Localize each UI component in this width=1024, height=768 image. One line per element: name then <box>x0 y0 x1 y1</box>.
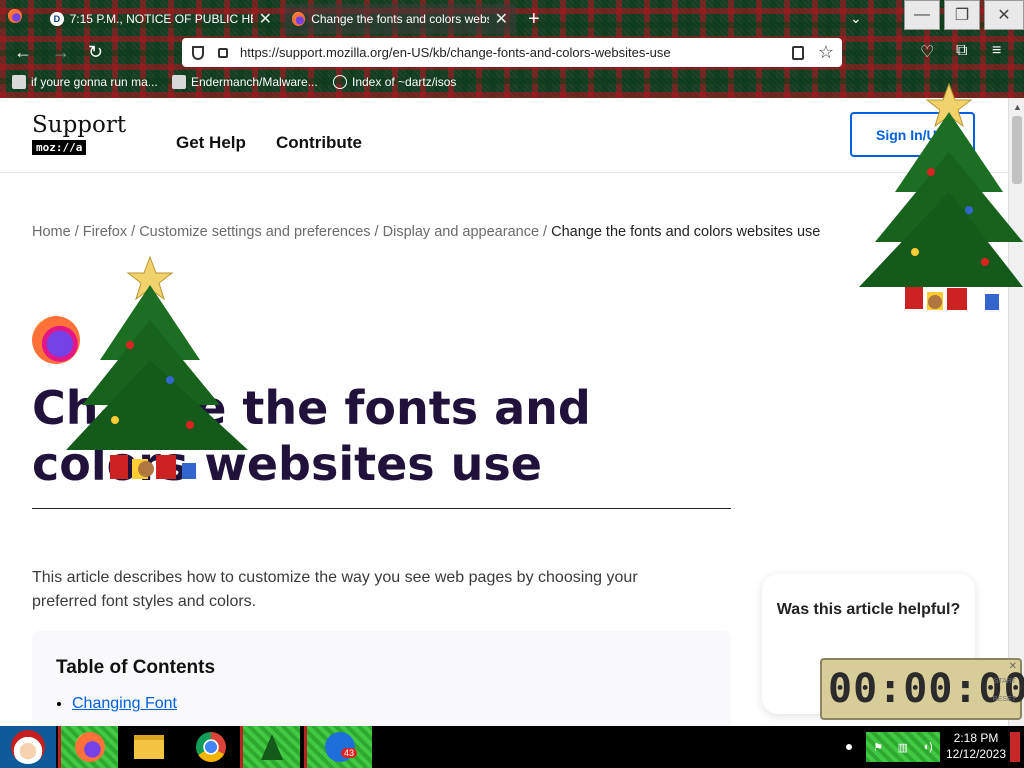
back-icon[interactable]: ← <box>14 42 32 63</box>
breadcrumb-separator: / <box>370 224 383 240</box>
breadcrumb-separator: / <box>70 224 83 240</box>
start-button[interactable] <box>0 726 56 768</box>
tracking-protection-icon[interactable] <box>192 45 204 60</box>
mozilla-support-logo[interactable]: Support moz://a <box>32 112 126 156</box>
taskbar: 43 ⚑ ▥ ◖) 2:18 PM 12/12/2023 <box>0 726 1024 768</box>
minimize-icon[interactable]: — <box>904 0 940 30</box>
forward-icon[interactable]: → <box>52 42 70 63</box>
toc-heading: Table of Contents <box>56 657 216 678</box>
firefox-favicon-icon <box>292 12 306 26</box>
table-of-contents: Table of Contents Changing Font <box>32 631 731 726</box>
globe-icon <box>333 75 347 89</box>
network-icon[interactable]: ▥ <box>898 741 908 754</box>
menu-icon[interactable]: ≡ <box>992 42 1001 60</box>
bookmark-star-icon[interactable]: ☆ <box>818 42 834 63</box>
breadcrumb-separator: / <box>539 224 552 240</box>
extensions-icon[interactable]: ⧉ <box>956 42 967 60</box>
tab-title: 7:15 P.M., NOTICE OF PUBLIC HEA <box>69 12 253 26</box>
bookmark-item[interactable]: Index of ~dartz/isos <box>333 75 456 89</box>
timer-display: 00:00:00 <box>828 666 1024 712</box>
volume-icon[interactable]: ◖) <box>922 741 932 753</box>
article-intro: This article describes how to customize … <box>32 569 638 610</box>
bookmark-label: Endermanch/Malware... <box>191 75 318 89</box>
breadcrumb-home[interactable]: Home <box>32 224 71 240</box>
show-desktop-button[interactable] <box>1010 732 1020 762</box>
taskbar-file-explorer[interactable] <box>124 726 174 768</box>
taskbar-clock[interactable]: 2:18 PM 12/12/2023 <box>944 730 1008 762</box>
lock-icon[interactable] <box>218 47 228 58</box>
tab-change-fonts[interactable]: Change the fonts and colors webs ✕ <box>284 4 516 34</box>
christmas-tree-icon <box>66 255 248 479</box>
file-explorer-icon <box>134 735 164 759</box>
reader-view-icon[interactable] <box>792 45 804 60</box>
tray-dot-icon[interactable] <box>846 744 852 750</box>
breadcrumb-display[interactable]: Display and appearance <box>383 224 539 240</box>
dailykos-icon: D <box>50 12 64 26</box>
breadcrumb-current: Change the fonts and colors websites use <box>551 224 821 240</box>
close-tab-icon[interactable]: ✕ <box>259 9 272 29</box>
breadcrumb: Home / Firefox / Customize settings and … <box>32 224 820 240</box>
santa-icon <box>11 730 45 764</box>
url-text[interactable]: https://support.mozilla.org/en-US/kb/cha… <box>240 45 671 60</box>
close-tab-icon[interactable]: ✕ <box>495 9 508 29</box>
bookmark-label: if youre gonna run ma... <box>31 75 158 89</box>
title-divider <box>32 508 731 509</box>
taskbar-chat[interactable]: 43 <box>304 726 372 768</box>
page-icon <box>12 75 26 89</box>
nav-get-help[interactable]: Get Help <box>176 133 246 153</box>
restore-icon[interactable]: ❐ <box>944 0 980 30</box>
breadcrumb-firefox[interactable]: Firefox <box>83 224 127 240</box>
countdown-timer-widget[interactable]: 00:00:00 ✕ START RESET <box>820 658 1024 720</box>
tab-public-health[interactable]: D 7:15 P.M., NOTICE OF PUBLIC HEA ✕ <box>42 4 280 34</box>
nav-contribute[interactable]: Contribute <box>276 133 362 153</box>
new-tab-icon[interactable]: + <box>528 8 540 31</box>
helpful-question: Was this article helpful? <box>776 601 961 618</box>
reload-icon[interactable]: ↻ <box>88 42 103 63</box>
breadcrumb-customize[interactable]: Customize settings and preferences <box>139 224 370 240</box>
christmas-tree-icon <box>260 734 283 760</box>
bookmark-item[interactable]: if youre gonna run ma... <box>12 75 158 89</box>
firefox-icon <box>74 732 105 762</box>
clock-date: 12/12/2023 <box>945 747 1007 761</box>
toc-link-changing-font[interactable]: Changing Font <box>72 695 177 712</box>
bookmark-item[interactable]: Endermanch/Malware... <box>172 75 318 89</box>
taskbar-firefox[interactable] <box>58 726 118 768</box>
close-window-icon[interactable]: ✕ <box>984 0 1024 30</box>
timer-close-icon[interactable]: ✕ <box>1009 661 1017 672</box>
address-bar[interactable]: https://support.mozilla.org/en-US/kb/cha… <box>182 38 842 67</box>
taskbar-christmas-tree[interactable] <box>240 726 300 768</box>
christmas-tree-icon <box>859 82 1023 310</box>
mozilla-badge: moz://a <box>32 140 87 155</box>
tab-title: Change the fonts and colors webs <box>311 12 489 26</box>
timer-reset-button[interactable]: RESET <box>993 696 1016 703</box>
bookmark-label: Index of ~dartz/isos <box>352 75 457 89</box>
list-all-tabs-icon[interactable]: ⌄ <box>850 10 862 27</box>
system-tray: ⚑ ▥ ◖) <box>866 732 940 762</box>
clock-time: 2:18 PM <box>953 731 999 745</box>
timer-start-button[interactable]: START <box>994 678 1016 685</box>
taskbar-chrome[interactable] <box>186 726 236 768</box>
toc-item: Changing Font <box>72 695 707 713</box>
github-icon <box>172 75 186 89</box>
chat-badge: 43 <box>341 748 358 758</box>
chrome-icon <box>196 732 226 762</box>
breadcrumb-separator: / <box>127 224 140 240</box>
pocket-icon[interactable]: ♡ <box>920 42 934 62</box>
logo-word: Support <box>32 112 127 138</box>
firefox-menu-icon[interactable] <box>8 9 22 23</box>
flag-icon[interactable]: ⚑ <box>873 741 883 754</box>
